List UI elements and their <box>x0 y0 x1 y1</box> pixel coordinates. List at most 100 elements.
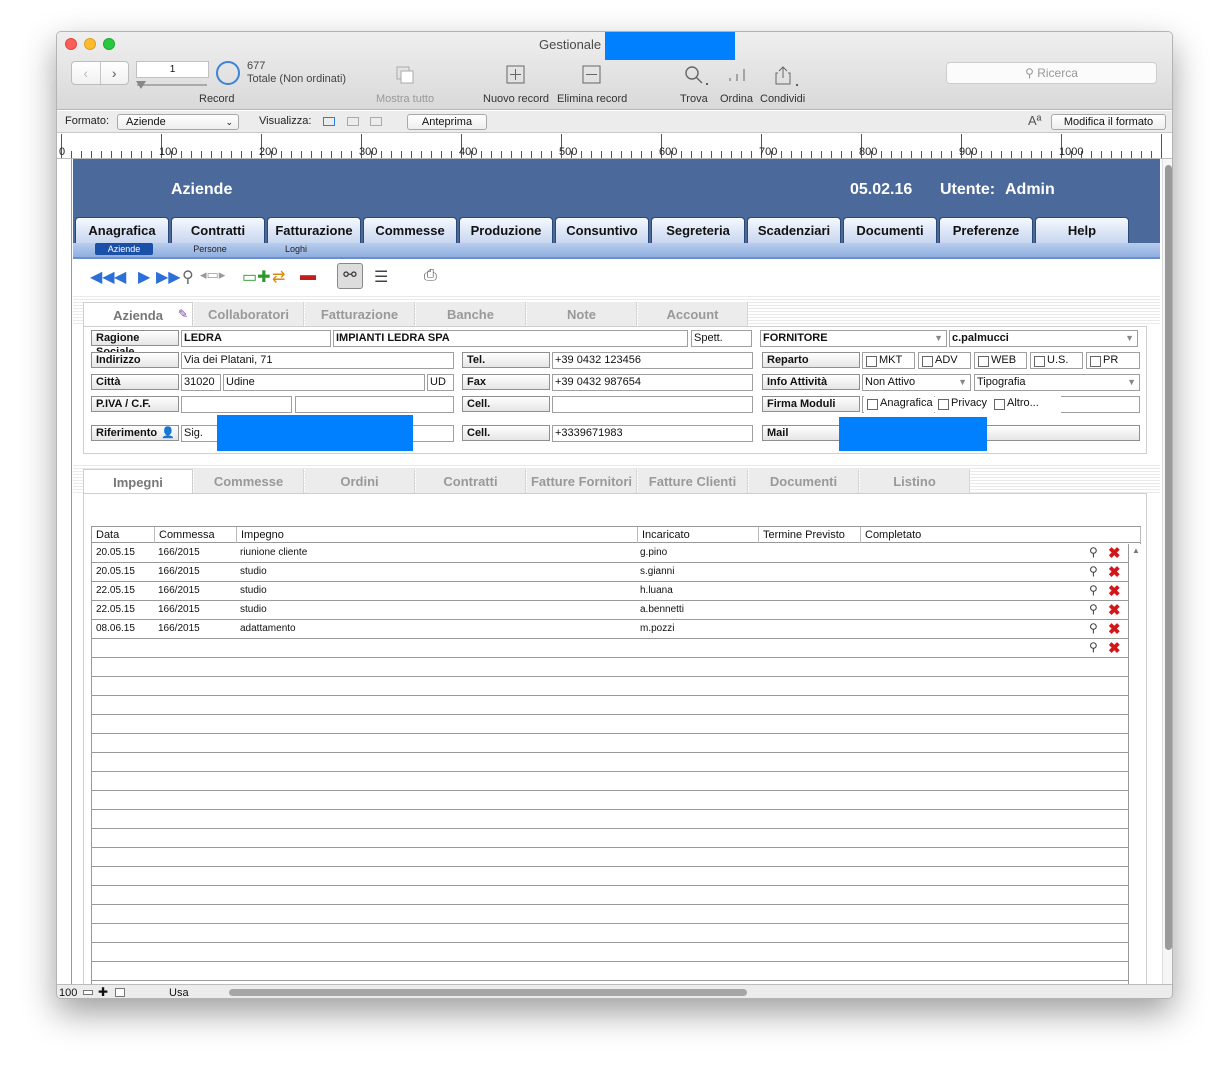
list-tab[interactable]: Listino <box>860 469 970 493</box>
list-tab[interactable]: Impegni <box>83 469 193 493</box>
mode-label[interactable]: Usa <box>169 987 189 998</box>
share-button[interactable]: Condividi <box>760 93 805 105</box>
zoom-in-icon[interactable]: ✚ <box>98 985 108 998</box>
table-row[interactable]: 20.05.15 166/2015 studio s.gianni ⚲ ✖ <box>92 563 1128 582</box>
main-tab[interactable]: Commesse <box>363 217 457 243</box>
delete-icon[interactable]: ✖ <box>1108 544 1121 562</box>
detail-tab[interactable]: Account <box>638 302 748 326</box>
prov-field[interactable]: UD <box>427 374 454 391</box>
record-slider[interactable] <box>137 84 207 86</box>
sort-button[interactable]: Ordina <box>720 93 753 105</box>
next-record-button[interactable]: › <box>101 62 129 84</box>
table-row[interactable] <box>92 791 1128 810</box>
list-tab[interactable]: Commesse <box>194 469 304 493</box>
new-record-button[interactable]: Nuovo record <box>483 93 549 105</box>
show-all-icon[interactable] <box>394 65 416 90</box>
previous-record-button[interactable]: ‹ <box>72 62 101 84</box>
search-icon[interactable]: ⚲ <box>1089 602 1098 616</box>
sub-tab[interactable]: Loghi <box>267 243 325 255</box>
detail-tab[interactable]: Fatturazione <box>305 302 415 326</box>
table-row[interactable]: 20.05.15 166/2015 riunione cliente g.pino ⚲ ✖ <box>92 544 1128 563</box>
indirizzo-field[interactable]: Via dei Platani, 71 <box>181 352 454 369</box>
close-window-button[interactable] <box>65 38 77 50</box>
table-row[interactable] <box>92 753 1128 772</box>
main-tab[interactable]: Help <box>1035 217 1129 243</box>
cell2-field[interactable]: +3339671983 <box>552 425 753 442</box>
zoom-level[interactable]: 100 <box>59 987 77 998</box>
delete-icon[interactable]: ✖ <box>1108 563 1121 581</box>
column-header[interactable]: Incaricato <box>638 527 759 543</box>
cf-field[interactable] <box>295 396 454 413</box>
table-row[interactable] <box>92 886 1128 905</box>
form-view-icon[interactable] <box>323 117 335 126</box>
next-record-icon[interactable]: ▶ <box>138 267 150 287</box>
search-input[interactable]: ⚲ Ricerca <box>946 62 1157 84</box>
preview-button[interactable]: Anteprima <box>407 114 487 130</box>
tel-field[interactable]: +39 0432 123456 <box>552 352 753 369</box>
search-icon[interactable]: ⚲ <box>1089 640 1098 654</box>
delete-icon[interactable]: ✖ <box>1108 639 1121 657</box>
table-row[interactable] <box>92 962 1128 981</box>
pencil-icon[interactable]: ✎ <box>178 307 188 321</box>
ragione-sociale-short-field[interactable]: LEDRA <box>181 330 331 347</box>
search-icon[interactable]: ⚲ <box>1089 621 1098 635</box>
window-vertical-scrollbar[interactable] <box>1162 159 1172 984</box>
main-tab[interactable]: Preferenze <box>939 217 1033 243</box>
text-size-icon[interactable]: Aª <box>1028 113 1041 128</box>
firma-checkbox[interactable]: Altro... <box>991 396 1061 413</box>
column-header[interactable]: Termine Previsto <box>759 527 861 543</box>
sub-tab[interactable]: Persone <box>181 243 239 255</box>
print-icon[interactable]: ⎙ <box>424 267 437 285</box>
new-record-icon[interactable] <box>505 65 527 90</box>
list-tab[interactable]: Fatture Fornitori <box>527 469 637 493</box>
reparto-checkbox[interactable]: PR <box>1086 352 1140 369</box>
detail-tab[interactable]: Banche <box>416 302 526 326</box>
minimize-window-button[interactable] <box>84 38 96 50</box>
detail-tab[interactable]: Azienda <box>83 302 193 326</box>
table-row[interactable] <box>92 867 1128 886</box>
delete-record-row-icon[interactable]: ▬ <box>300 267 316 285</box>
detail-tab[interactable]: Collaboratori <box>194 302 304 326</box>
zoom-window-button[interactable] <box>103 38 115 50</box>
ragione-sociale-full-field[interactable]: IMPIANTI LEDRA SPA <box>333 330 688 347</box>
binoculars-icon[interactable]: ⚯ <box>337 263 363 289</box>
list-tab[interactable]: Contratti <box>416 469 526 493</box>
table-row[interactable] <box>92 810 1128 829</box>
firma-checkbox[interactable]: Anagrafica <box>864 396 934 413</box>
share-icon[interactable] <box>773 65 799 92</box>
table-row[interactable] <box>92 696 1128 715</box>
main-tab[interactable]: Contratti <box>171 217 265 243</box>
record-slider-knob[interactable] <box>136 81 146 89</box>
main-tab[interactable]: Segreteria <box>651 217 745 243</box>
table-row[interactable]: ⚲ ✖ <box>92 639 1128 658</box>
main-tab[interactable]: Scadenziari <box>747 217 841 243</box>
delete-icon[interactable]: ✖ <box>1108 601 1121 619</box>
add-record-icon[interactable]: ▭✚ <box>242 267 271 287</box>
toggle-status-icon[interactable] <box>115 988 125 997</box>
search-icon[interactable]: ⚲ <box>1089 545 1098 559</box>
table-row[interactable] <box>92 829 1128 848</box>
first-record-icon[interactable]: ◀◀ <box>90 267 115 287</box>
scroll-thumb[interactable] <box>1165 165 1172 950</box>
delete-icon[interactable]: ✖ <box>1108 620 1121 638</box>
table-row[interactable] <box>92 658 1128 677</box>
table-row[interactable] <box>92 772 1128 791</box>
text-align-icon[interactable]: ☰ <box>374 267 388 287</box>
show-all-button[interactable]: Mostra tutto <box>376 93 434 105</box>
list-tab[interactable]: Documenti <box>749 469 859 493</box>
person-icon[interactable]: 👤 <box>161 426 175 440</box>
last-record-icon[interactable]: ▶▶ <box>156 267 181 287</box>
citta-field[interactable]: Udine <box>223 374 425 391</box>
list-scrollbar[interactable]: ▲ ▼ <box>1128 544 1141 998</box>
column-header[interactable]: Data <box>92 527 155 543</box>
table-row[interactable] <box>92 943 1128 962</box>
prev-record-icon[interactable]: ◀ <box>114 267 126 287</box>
piva-field[interactable] <box>181 396 292 413</box>
table-row[interactable] <box>92 905 1128 924</box>
column-header[interactable]: Commessa <box>155 527 237 543</box>
navigate-records-icon[interactable]: ◂▭▸ <box>200 267 225 283</box>
reparto-checkbox[interactable]: ADV <box>918 352 971 369</box>
main-tab[interactable]: Produzione <box>459 217 553 243</box>
delete-icon[interactable]: ✖ <box>1108 582 1121 600</box>
table-view-icon[interactable] <box>370 117 382 126</box>
